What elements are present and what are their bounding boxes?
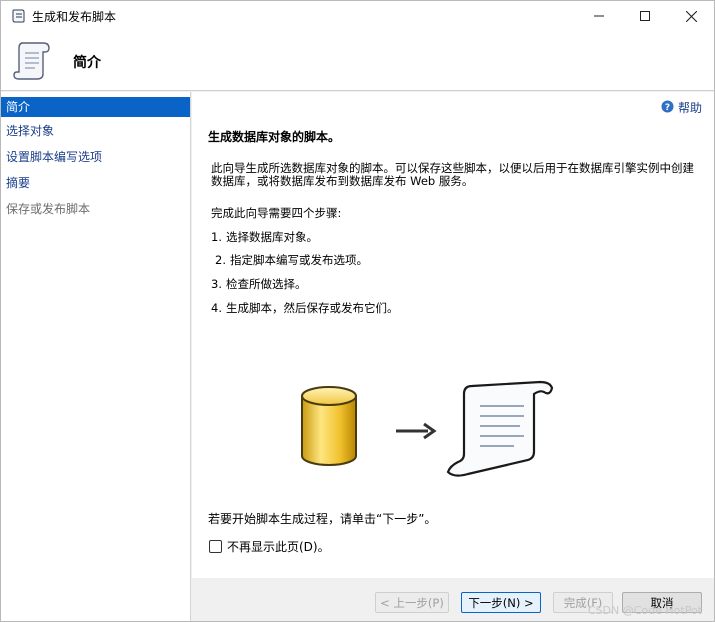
page-title: 简介 [73, 55, 101, 71]
next-button[interactable]: 下一步(N) > [461, 592, 541, 613]
sidebar-item-intro[interactable]: 简介 [1, 97, 190, 117]
step-number: 3. [211, 277, 222, 291]
step-number: 1. [211, 230, 222, 244]
help-icon: ? [661, 100, 674, 116]
dont-show-checkbox-row[interactable]: 不再显示此页(D)。 [209, 538, 330, 555]
step-text: 生成脚本，然后保存或发布它们。 [226, 301, 399, 315]
dont-show-checkbox[interactable] [209, 540, 222, 553]
watermark: CSDN @Code HotPot [587, 604, 702, 617]
step-item: 3. 检查所做选择。 [211, 276, 307, 292]
section-title: 生成数据库对象的脚本。 [208, 130, 341, 144]
sidebar-item-scripting-options[interactable]: 设置脚本编写选项 [1, 145, 190, 171]
wizard-footer: < 上一步(P) 下一步(N) > 完成(F) 取消 CSDN @Code Ho… [192, 578, 714, 621]
script-scroll-icon [11, 39, 55, 86]
previous-button[interactable]: < 上一步(P) [375, 592, 449, 613]
maximize-button[interactable] [622, 1, 668, 31]
wizard-header: 简介 [1, 31, 714, 91]
wizard-sidebar: 简介 选择对象 设置脚本编写选项 摘要 保存或发布脚本 [1, 92, 191, 621]
step-item: 4. 生成脚本，然后保存或发布它们。 [211, 300, 399, 316]
step-text: 选择数据库对象。 [226, 230, 318, 244]
sidebar-item-select-objects[interactable]: 选择对象 [1, 119, 190, 145]
window-title: 生成和发布脚本 [32, 9, 117, 24]
script-scroll-icon [10, 8, 26, 24]
arrow-right-icon [396, 422, 437, 440]
step-text: 指定脚本编写或发布选项。 [230, 253, 368, 267]
step-item: 1. 选择数据库对象。 [211, 229, 318, 245]
wizard-window: 生成和发布脚本 简介 简介 选择对象 设置脚本编写选项 摘要 保存或发布脚本 ?… [0, 0, 715, 622]
start-instruction: 若要开始脚本生成过程，请单击“下一步”。 [208, 512, 437, 526]
step-item: 2. 指定脚本编写或发布选项。 [215, 252, 368, 268]
close-button[interactable] [668, 1, 714, 31]
sidebar-item-summary[interactable]: 摘要 [1, 171, 190, 197]
step-text: 检查所做选择。 [226, 277, 307, 291]
dont-show-label: 不再显示此页(D)。 [227, 540, 330, 554]
help-link[interactable]: ? 帮助 [661, 99, 702, 116]
maximize-icon [640, 11, 650, 21]
step-number: 4. [211, 301, 222, 315]
close-icon [685, 10, 697, 22]
wizard-description: 此向导生成所选数据库对象的脚本。可以保存这些脚本，以便以后用于在数据库引擎实例中… [211, 161, 694, 188]
step-number: 2. [215, 253, 226, 267]
minimize-button[interactable] [576, 1, 622, 31]
sidebar-item-save-publish: 保存或发布脚本 [6, 202, 91, 216]
script-scroll-icon [446, 380, 554, 477]
wizard-content: ? 帮助 生成数据库对象的脚本。 此向导生成所选数据库对象的脚本。可以保存这些脚… [192, 92, 714, 578]
title-bar: 生成和发布脚本 [1, 1, 714, 31]
wizard-illustration [292, 376, 572, 489]
steps-intro: 完成此向导需要四个步骤: [211, 206, 342, 220]
help-label: 帮助 [677, 101, 702, 115]
database-icon [301, 386, 357, 466]
svg-text:?: ? [665, 103, 670, 113]
minimize-icon [594, 15, 604, 17]
